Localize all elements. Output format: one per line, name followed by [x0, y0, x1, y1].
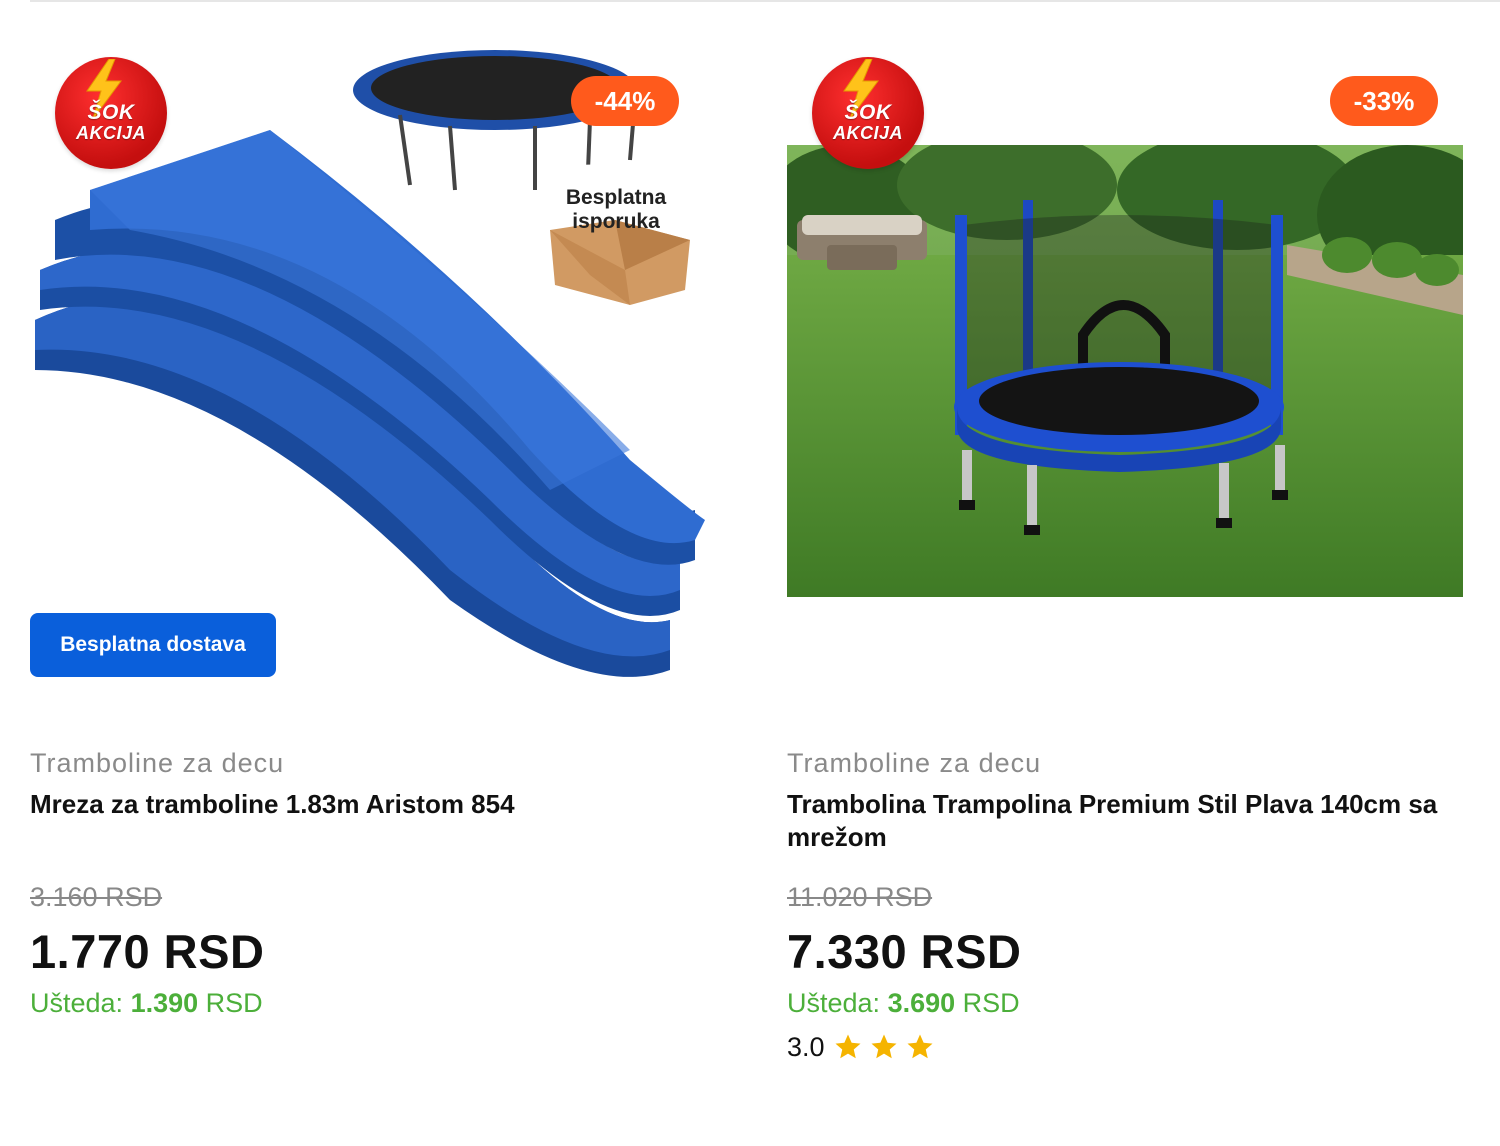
product-category[interactable]: Tramboline za decu	[30, 748, 730, 782]
old-price: 3.160 RSD	[30, 882, 163, 912]
shock-badge-line1: ŠOK	[844, 101, 892, 124]
free-delivery-badge: Besplatna dostava	[30, 613, 276, 677]
product-image[interactable]: ŠOK AKCIJA -33%	[787, 40, 1477, 720]
savings-label: Ušteda:	[30, 988, 124, 1018]
current-price: 1.770 RSD	[30, 925, 265, 978]
discount-badge: -33%	[1330, 76, 1438, 126]
product-category[interactable]: Tramboline za decu	[787, 748, 1477, 782]
savings-amount: 3.690	[887, 988, 956, 1018]
savings-currency: RSD	[205, 988, 263, 1018]
savings-currency: RSD	[962, 988, 1020, 1018]
shock-badge-line1: ŠOK	[87, 101, 135, 124]
product-title[interactable]: Trambolina Trampolina Premium Stil Plava…	[787, 788, 1477, 854]
product-card[interactable]: Besplatna isporuka ŠOK AKCIJA -44% Bespl…	[30, 0, 730, 1146]
star-icon	[871, 1034, 897, 1059]
trampoline-garden-photo	[787, 145, 1463, 597]
savings-amount: 1.390	[130, 988, 199, 1018]
star-icon	[835, 1034, 861, 1059]
product-info: Tramboline za decu Mreza za tramboline 1…	[30, 748, 730, 1022]
rating-value: 3.0	[787, 1031, 825, 1062]
product-info: Tramboline za decu Trambolina Trampolina…	[787, 748, 1477, 1062]
savings: Ušteda: 3.690 RSD	[787, 988, 1477, 1022]
product-rating[interactable]: 3.0	[787, 1032, 1477, 1062]
shock-deal-badge: ŠOK AKCIJA	[812, 57, 924, 169]
product-title[interactable]: Mreza za tramboline 1.83m Aristom 854	[30, 788, 730, 854]
current-price: 7.330 RSD	[787, 925, 1022, 978]
free-shipping-overlay-line1: Besplatna	[566, 186, 667, 209]
savings: Ušteda: 1.390 RSD	[30, 988, 730, 1022]
discount-badge: -44%	[571, 76, 679, 126]
shock-badge-line2: AKCIJA	[75, 123, 146, 143]
shock-deal-badge: ŠOK AKCIJA	[55, 57, 167, 169]
product-card[interactable]: ŠOK AKCIJA -33% Tramboline za decu Tramb…	[787, 0, 1477, 1146]
star-icon	[907, 1034, 933, 1059]
shock-badge-line2: AKCIJA	[832, 123, 903, 143]
old-price: 11.020 RSD	[787, 882, 933, 912]
product-image[interactable]: Besplatna isporuka ŠOK AKCIJA -44% Bespl…	[30, 40, 730, 720]
savings-label: Ušteda:	[787, 988, 881, 1018]
free-shipping-overlay-line2: isporuka	[572, 210, 660, 233]
